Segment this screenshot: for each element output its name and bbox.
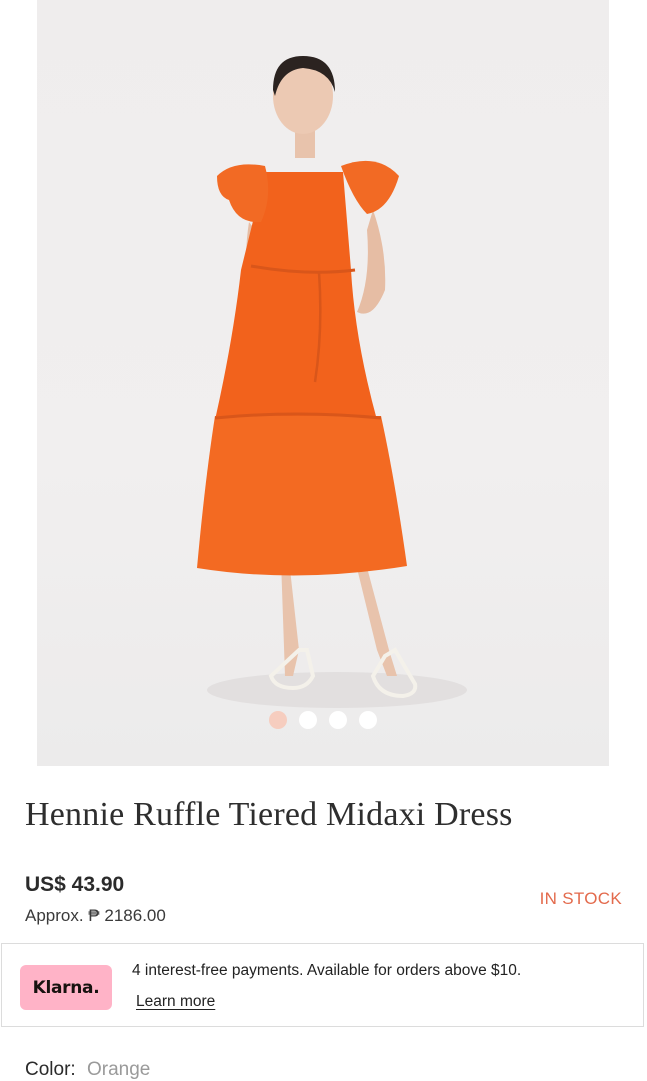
dress-tier xyxy=(197,416,407,576)
approx-price: Approx. ₱ 2186.00 xyxy=(25,906,166,925)
gallery-dots xyxy=(269,711,377,729)
klarna-promo: Klarna. 4 interest-free payments. Availa… xyxy=(1,943,644,1027)
left-ruffle-sleeve xyxy=(217,164,269,223)
product-price: US$ 43.90 xyxy=(25,873,125,896)
floor-shadow xyxy=(207,672,467,708)
color-option: Color: Orange xyxy=(25,1059,150,1081)
klarna-logo-badge: Klarna. xyxy=(20,965,112,1010)
stock-status: IN STOCK xyxy=(539,889,622,908)
color-label: Color: xyxy=(25,1059,76,1080)
product-title: Hennie Ruffle Tiered Midaxi Dress xyxy=(25,796,513,833)
product-image-gallery[interactable] xyxy=(37,0,609,766)
klarna-logo: Klarna. xyxy=(32,977,100,998)
right-arm xyxy=(357,210,386,314)
gallery-dot-3[interactable] xyxy=(329,711,347,729)
learn-more-link[interactable]: Learn more xyxy=(136,993,215,1011)
klarna-message: 4 interest-free payments. Available for … xyxy=(132,962,522,979)
right-ruffle-sleeve xyxy=(341,160,399,214)
product-photo xyxy=(197,56,467,708)
right-leg xyxy=(355,560,397,676)
gallery-dot-4[interactable] xyxy=(359,711,377,729)
gallery-dot-2[interactable] xyxy=(299,711,317,729)
gallery-dot-1[interactable] xyxy=(269,711,287,729)
color-value: Orange xyxy=(86,1059,151,1080)
